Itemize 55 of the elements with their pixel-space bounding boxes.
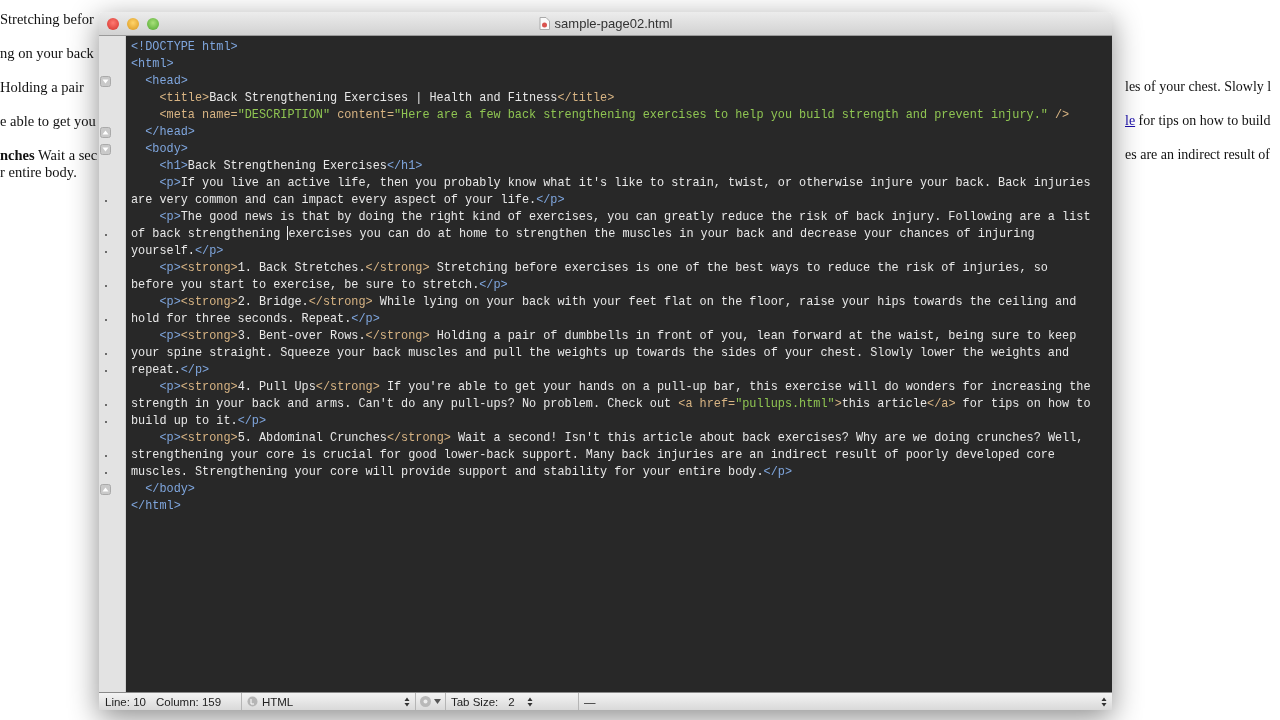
syntax-dropdown[interactable]: HTML: [240, 693, 415, 710]
code-line: of back strengthening exercises you can do at home to strengthen the muscles in your back and decrease your chances of injuring: [131, 226, 1036, 243]
text-caret: [287, 226, 289, 240]
page-text: nches Wait a sec: [0, 147, 98, 164]
page-text: ng on your back: [0, 45, 95, 62]
close-button[interactable]: [107, 17, 119, 30]
code-line: <p>The good news is that by doing the right kind of exercises, you can greatly reduce the risk of back injury. Following are a list: [158, 209, 1092, 226]
code-line: <p><strong>4. Pull Ups</strong> If you're able to get your hands on a pull-up bar, this exercise will do wonders for increasing the: [158, 379, 1092, 396]
window-title: sample-page02.html: [554, 16, 673, 31]
line-number: Line: 10: [104, 695, 146, 708]
code-line: strength in your back and arms. Can't do any pull-ups? No problem. Check out <a href="pullups.html">this article</a> for tips on how to: [131, 396, 1092, 413]
code-line: are very common and can impact every aspect of your life.</p>: [131, 192, 566, 209]
code-line: your spine straight. Squeeze your back muscles and pull the weights up towards the sides of your chest. Slowly lower the weights and: [131, 345, 1071, 362]
stepper-icon: [403, 696, 410, 707]
code-line: <head>: [144, 73, 189, 90]
minimize-button[interactable]: [127, 17, 139, 30]
language-icon: [246, 696, 258, 707]
code-line: </body>: [144, 481, 196, 498]
caret-icon: [433, 699, 441, 704]
code-line: <meta name="DESCRIPTION" content="Here are a few back strengthening exercises to help you build strength and prevent injury." />: [158, 107, 1071, 124]
page-text: Stretching befor: [0, 11, 95, 28]
zoom-button[interactable]: [147, 17, 159, 30]
code-line: <title>Back Strengthening Exercises | Health and Fitness</title>: [158, 90, 616, 107]
code-line: <p><strong>3. Bent-over Rows.</strong> Holding a pair of dumbbells in front of you, lean forward at the waist, being sure to keep: [158, 328, 1078, 345]
page-text: e able to get you: [0, 113, 97, 130]
code-line: <!DOCTYPE html>: [131, 39, 239, 56]
stepper-icon: [526, 696, 533, 707]
settings-icon: [418, 695, 432, 708]
code-line: build up to it.</p>: [131, 413, 268, 430]
page-text: r entire body.: [0, 164, 78, 181]
symbol-dropdown[interactable]: —: [577, 693, 1112, 710]
code-line: <body>: [144, 141, 189, 158]
file-icon: [538, 17, 550, 30]
page-text: les of your chest. Slowly l: [1125, 78, 1272, 95]
code-line: hold for three seconds. Repeat.</p>: [131, 311, 381, 328]
stepper-icon: [1101, 696, 1107, 707]
page-text: es are an indirect result of: [1125, 146, 1271, 163]
code-line: strengthening your core is crucial for good lower-back support. Many back injuries are an indirect result of poorly developed core: [131, 447, 1056, 464]
code-line: <h1>Back Strengthening Exercises</h1>: [158, 158, 424, 175]
page-link[interactable]: le: [1125, 113, 1136, 128]
code-line: before you start to exercise, be sure to stretch.</p>: [131, 277, 509, 294]
tab-size-dropdown[interactable]: Tab Size: 2: [444, 693, 578, 710]
code-line: yourself.</p>: [131, 243, 225, 260]
code-line: repeat.</p>: [131, 362, 211, 379]
code-line: <p><strong>5. Abdominal Crunches</strong> Wait a second! Isn't this article about back exercises? Why are we doing crunches? Well,: [158, 430, 1085, 447]
code-line: </html>: [131, 498, 182, 515]
code-line: <p>If you live an active life, then you probably know what it's like to strain, twist, or otherwise injure your back. Back injuries: [158, 175, 1092, 192]
page-text: Holding a pair: [0, 79, 85, 96]
page-text: le for tips on how to build: [1125, 112, 1272, 129]
column-number: Column: 159: [154, 695, 223, 708]
code-line: </head>: [144, 124, 196, 141]
code-line: muscles. Strengthening your core will provide support and stability for your entire body.</p>: [131, 464, 793, 481]
code-line: <p><strong>2. Bridge.</strong> While lying on your back with your feet flat on the floor, raise your hips towards the ceiling and: [158, 294, 1078, 311]
code-line: <p><strong>1. Back Stretches.</strong> Stretching before exercises is one of the best ways to reduce the risk of injuries, so: [158, 260, 1049, 277]
code-line: <html>: [131, 56, 175, 73]
